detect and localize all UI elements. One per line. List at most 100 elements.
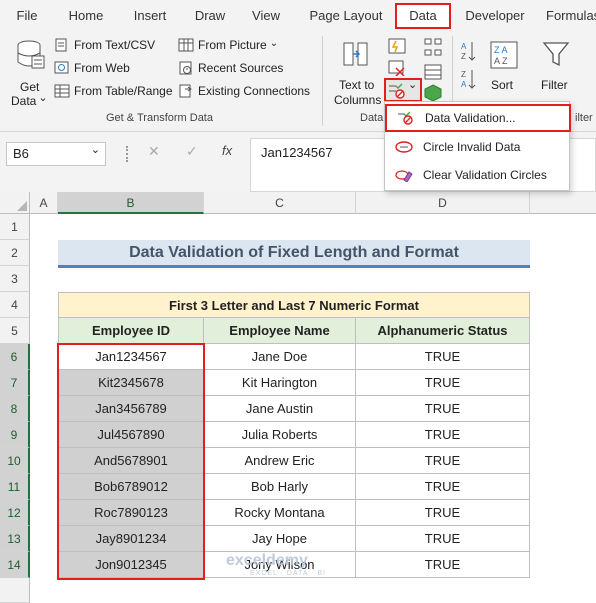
- from-web-label: From Web: [74, 61, 130, 75]
- cell-employee-name[interactable]: Kit Harington: [204, 370, 356, 396]
- column-header-b[interactable]: B: [58, 192, 204, 214]
- select-all-corner[interactable]: [0, 192, 30, 214]
- cell-employee-name[interactable]: Jane Doe: [204, 344, 356, 370]
- row-header-4[interactable]: 4: [0, 292, 30, 318]
- sort-icon: Z AA Z: [490, 41, 518, 69]
- cell-employee-id[interactable]: And5678901: [58, 448, 204, 474]
- row-header-1[interactable]: 1: [0, 214, 30, 240]
- cell-employee-name[interactable]: Rocky Montana: [204, 500, 356, 526]
- filter-button[interactable]: Filter: [536, 38, 576, 98]
- tab-home[interactable]: Home: [62, 0, 110, 32]
- cell-employee-id[interactable]: Kit2345678: [58, 370, 204, 396]
- row-header-8[interactable]: 8: [0, 396, 30, 422]
- row-header-14[interactable]: 14: [0, 552, 30, 578]
- svg-text:A: A: [461, 80, 467, 89]
- relationships-icon[interactable]: [424, 38, 442, 58]
- cell-employee-name[interactable]: Julia Roberts: [204, 422, 356, 448]
- flash-fill-icon[interactable]: [388, 38, 406, 54]
- tab-draw[interactable]: Draw: [188, 0, 232, 32]
- row-header-9[interactable]: 9: [0, 422, 30, 448]
- menu-item-data-validation[interactable]: Data Validation...: [385, 104, 571, 132]
- row-header-6[interactable]: 6: [0, 344, 30, 370]
- cell-employee-id[interactable]: Jan3456789: [58, 396, 204, 422]
- cell-employee-id[interactable]: Jul4567890: [58, 422, 204, 448]
- data-tools-group-label: Data: [360, 112, 384, 124]
- column-header-a[interactable]: A: [30, 192, 58, 214]
- cell-employee-name[interactable]: Jay Hope: [204, 526, 356, 552]
- insert-function-icon[interactable]: fx: [222, 143, 232, 158]
- sort-button[interactable]: Z AA Z Sort: [488, 38, 520, 98]
- from-web-button[interactable]: From Web: [54, 61, 130, 75]
- text-to-columns-button[interactable]: Text to Columns: [334, 38, 382, 107]
- watermark-logo: exceldemy EXCEL · DATA · BI: [226, 552, 326, 577]
- row-header-11[interactable]: 11: [0, 474, 30, 500]
- from-text-csv-label: From Text/CSV: [74, 38, 156, 52]
- cell-status[interactable]: TRUE: [356, 396, 530, 422]
- tab-insert[interactable]: Insert: [126, 0, 174, 32]
- cell-status[interactable]: TRUE: [356, 552, 530, 578]
- sort-az-icon[interactable]: AZ: [460, 40, 478, 62]
- recent-sources-button[interactable]: Recent Sources: [178, 61, 283, 75]
- cell-status[interactable]: TRUE: [356, 474, 530, 500]
- cell-employee-id[interactable]: Bob6789012: [58, 474, 204, 500]
- name-box[interactable]: B6 ⌄: [6, 142, 106, 166]
- get-transform-group-label: Get & Transform Data: [106, 112, 213, 124]
- menu-item-circle-invalid-data[interactable]: Circle Invalid Data: [385, 134, 569, 160]
- header-employee-name[interactable]: Employee Name: [204, 318, 356, 344]
- header-alphanumeric-status[interactable]: Alphanumeric Status: [356, 318, 530, 344]
- cell-employee-id[interactable]: Jay8901234: [58, 526, 204, 552]
- data-validation-menu: Data Validation... Circle Invalid Data C…: [384, 101, 571, 191]
- row-header-7[interactable]: 7: [0, 370, 30, 396]
- watermark-name: exceldemy: [226, 552, 308, 569]
- get-data-button[interactable]: Get Data ⌄: [8, 38, 50, 108]
- row-header-13[interactable]: 13: [0, 526, 30, 552]
- cell-status[interactable]: TRUE: [356, 448, 530, 474]
- cell-status[interactable]: TRUE: [356, 526, 530, 552]
- tab-developer[interactable]: Developer: [460, 0, 530, 32]
- remove-duplicates-icon[interactable]: [388, 60, 406, 76]
- existing-connections-button[interactable]: Existing Connections: [178, 84, 310, 98]
- tab-page-layout[interactable]: Page Layout: [304, 0, 388, 32]
- tab-view[interactable]: View: [246, 0, 286, 32]
- recent-sources-label: Recent Sources: [198, 61, 284, 75]
- ribbon-tab-bar: File Home Insert Draw View Page Layout D…: [0, 0, 596, 32]
- cell-status[interactable]: TRUE: [356, 422, 530, 448]
- sheet-title-cell[interactable]: Data Validation of Fixed Length and Form…: [58, 240, 530, 268]
- row-header-2[interactable]: 2: [0, 240, 30, 266]
- recent-sources-icon: [179, 61, 192, 75]
- column-header-d[interactable]: D: [356, 192, 530, 214]
- consolidate-icon[interactable]: [424, 64, 442, 80]
- data-model-icon[interactable]: [424, 84, 442, 102]
- cell-employee-id[interactable]: Roc7890123: [58, 500, 204, 526]
- menu-item-clear-validation-circles[interactable]: Clear Validation Circles: [385, 162, 569, 188]
- cell-status[interactable]: TRUE: [356, 500, 530, 526]
- data-validation-dropdown-button[interactable]: ⌄: [384, 78, 422, 102]
- watermark-tagline: EXCEL · DATA · BI: [250, 570, 326, 577]
- from-text-csv-button[interactable]: From Text/CSV: [54, 38, 155, 52]
- cell-employee-name[interactable]: Jane Austin: [204, 396, 356, 422]
- cell-employee-name[interactable]: Andrew Eric: [204, 448, 356, 474]
- row-header-5[interactable]: 5: [0, 318, 30, 344]
- cell-status[interactable]: TRUE: [356, 370, 530, 396]
- cell-status[interactable]: TRUE: [356, 344, 530, 370]
- enter-icon[interactable]: ✓: [186, 143, 198, 160]
- table-subheader-cell[interactable]: First 3 Letter and Last 7 Numeric Format: [58, 292, 530, 318]
- header-employee-id[interactable]: Employee ID: [58, 318, 204, 344]
- tab-file[interactable]: File: [10, 0, 44, 32]
- from-table-range-button[interactable]: From Table/Range: [54, 84, 173, 98]
- name-box-value: B6: [13, 146, 29, 161]
- cell-employee-name[interactable]: Bob Harly: [204, 474, 356, 500]
- text-to-columns-icon: [343, 42, 368, 66]
- cell-employee-id[interactable]: Jan1234567: [58, 344, 204, 370]
- row-header-3[interactable]: 3: [0, 266, 30, 292]
- cell-employee-id[interactable]: Jon9012345: [58, 552, 204, 578]
- from-picture-button[interactable]: From Picture ⌄: [178, 38, 278, 52]
- column-header-c[interactable]: C: [204, 192, 356, 214]
- tab-formulas[interactable]: Formulas: [546, 0, 596, 32]
- tab-data[interactable]: Data: [395, 3, 451, 29]
- cancel-icon[interactable]: ✕: [148, 143, 160, 160]
- sort-za-icon[interactable]: ZA: [460, 68, 478, 90]
- get-data-label-1: Get: [20, 80, 40, 94]
- row-header-12[interactable]: 12: [0, 500, 30, 526]
- row-header-10[interactable]: 10: [0, 448, 30, 474]
